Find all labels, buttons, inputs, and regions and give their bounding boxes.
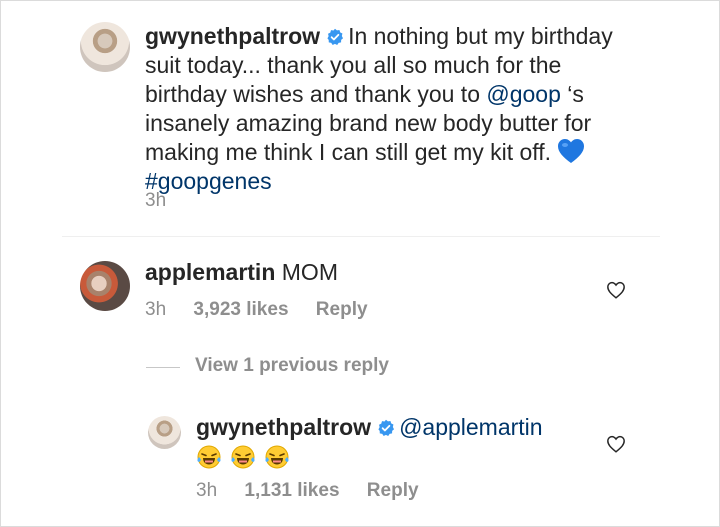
- mention-link[interactable]: @goop: [486, 81, 561, 107]
- laughing-tears-emoji-icon: [265, 445, 289, 469]
- reply-timestamp: 3h: [196, 480, 218, 501]
- laughing-tears-emoji-icon: [197, 445, 221, 469]
- reply-button[interactable]: Reply: [367, 480, 419, 501]
- heart-outline-icon[interactable]: [606, 435, 626, 453]
- avatar[interactable]: [148, 416, 181, 449]
- comment-text: MOM: [281, 259, 338, 285]
- post-meta: 3h: [145, 190, 188, 212]
- avatar[interactable]: [80, 22, 130, 72]
- likes-count[interactable]: 1,131 likes: [244, 480, 339, 501]
- divider: [62, 236, 660, 237]
- reply-button[interactable]: Reply: [316, 299, 368, 320]
- likes-count[interactable]: 3,923 likes: [193, 299, 288, 320]
- mention-link[interactable]: @applemartin: [399, 414, 543, 440]
- view-previous-replies-button[interactable]: View 1 previous reply: [195, 355, 389, 377]
- verified-badge-icon: [378, 419, 395, 437]
- blue-heart-icon: [558, 139, 585, 163]
- reply-meta: 3h 1,131 likes Reply: [196, 480, 441, 502]
- comment: applemartin MOM: [145, 258, 338, 287]
- username[interactable]: gwynethpaltrow: [145, 23, 320, 49]
- comment-meta: 3h 3,923 likes Reply: [145, 299, 390, 321]
- post-caption: gwynethpaltrow In nothing but my birthday…: [145, 22, 635, 196]
- post-timestamp: 3h: [145, 190, 167, 211]
- laughing-tears-emoji-icon: [231, 445, 255, 469]
- emoji-row: [196, 444, 298, 470]
- reply-comment: gwynethpaltrow @applemartin: [196, 413, 543, 442]
- reply-thread-line: [146, 367, 180, 368]
- username[interactable]: applemartin: [145, 259, 275, 285]
- verified-badge-icon: [327, 28, 344, 46]
- comment-timestamp: 3h: [145, 299, 167, 320]
- username[interactable]: gwynethpaltrow: [196, 414, 371, 440]
- heart-outline-icon[interactable]: [606, 281, 626, 299]
- avatar[interactable]: [80, 261, 130, 311]
